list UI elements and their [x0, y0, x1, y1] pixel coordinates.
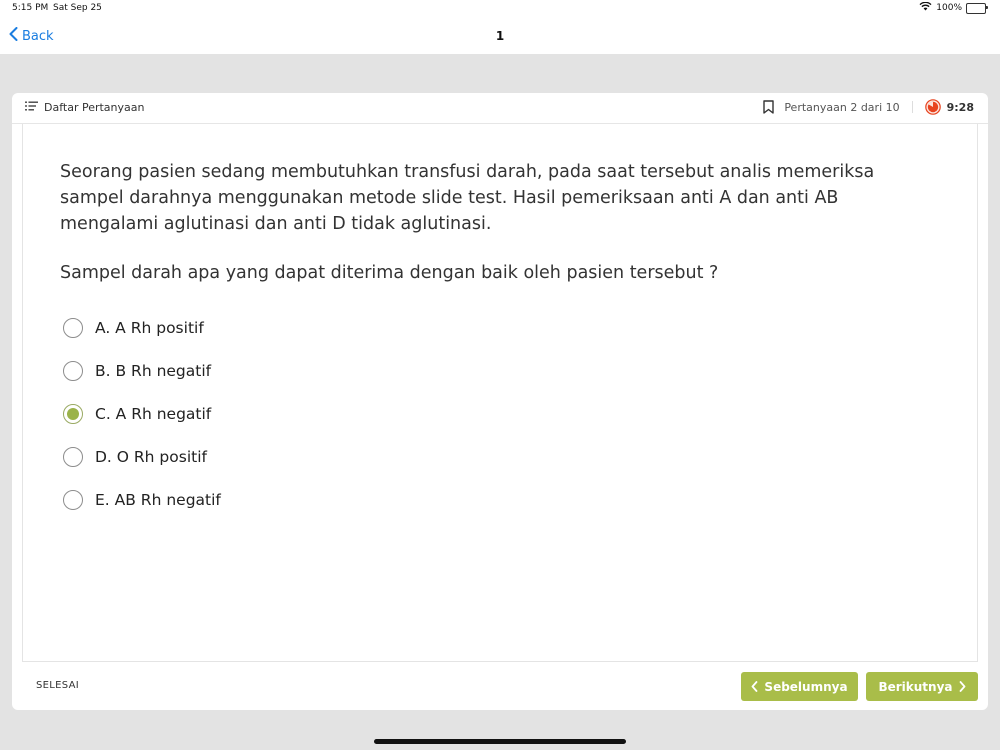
home-indicator: [374, 739, 626, 744]
question-body: Seorang pasien sedang membutuhkan transf…: [22, 124, 978, 662]
finish-button[interactable]: SELESAI: [36, 680, 79, 691]
question-card: Daftar Pertanyaan Pertanyaan 2 dari 10 9…: [12, 93, 988, 710]
option-b[interactable]: B. B Rh negatif: [63, 361, 211, 381]
header-divider: [911, 101, 913, 113]
card-header: Daftar Pertanyaan Pertanyaan 2 dari 10 9…: [12, 93, 988, 124]
option-e[interactable]: E. AB Rh negatif: [63, 490, 221, 510]
radio-button[interactable]: [63, 361, 83, 381]
status-indicators: 100%: [919, 1, 988, 14]
chevron-left-icon: [751, 681, 758, 692]
option-d[interactable]: D. O Rh positif: [63, 447, 207, 467]
option-a[interactable]: A. A Rh positif: [63, 318, 204, 338]
previous-button[interactable]: Sebelumnya: [741, 672, 858, 701]
option-label: C. A Rh negatif: [95, 405, 212, 423]
top-bar: 5:15 PM Sat Sep 25 100% Back 1: [0, 0, 1000, 54]
page-title: 1: [495, 29, 505, 43]
next-label: Berikutnya: [878, 679, 953, 694]
battery-percent: 100%: [936, 3, 962, 13]
wifi-icon: [919, 1, 932, 14]
bookmark-icon[interactable]: [763, 100, 775, 114]
radio-button[interactable]: [63, 490, 83, 510]
status-time: 5:15 PM: [12, 3, 49, 13]
question-list-label: Daftar Pertanyaan: [44, 101, 145, 114]
timer-icon: [924, 99, 941, 115]
radio-selected-dot: [67, 408, 79, 420]
radio-button[interactable]: [63, 447, 83, 467]
battery-icon: [966, 2, 988, 14]
timer: 9:28: [924, 99, 974, 115]
previous-label: Sebelumnya: [764, 679, 848, 694]
option-label: A. A Rh positif: [95, 319, 204, 337]
question-progress: Pertanyaan 2 dari 10: [784, 100, 900, 114]
option-label: E. AB Rh negatif: [95, 491, 221, 509]
header-right: Pertanyaan 2 dari 10 9:28: [763, 99, 974, 115]
question-prompt: Sampel darah apa yang dapat diterima den…: [60, 263, 719, 283]
option-c[interactable]: C. A Rh negatif: [63, 404, 211, 424]
question-list-button[interactable]: Daftar Pertanyaan: [25, 101, 144, 114]
list-icon: [25, 101, 38, 114]
radio-button-selected[interactable]: [63, 404, 83, 424]
next-button[interactable]: Berikutnya: [866, 672, 978, 701]
status-date: Sat Sep 25: [53, 3, 102, 13]
option-label: B. B Rh negatif: [95, 362, 212, 380]
question-text: Seorang pasien sedang membutuhkan transf…: [60, 162, 875, 234]
card-footer: SELESAI Sebelumnya Berikutnya: [12, 663, 988, 710]
timer-value: 9:28: [946, 100, 974, 114]
chevron-right-icon: [959, 681, 966, 692]
option-label: D. O Rh positif: [95, 448, 207, 466]
radio-button[interactable]: [63, 318, 83, 338]
